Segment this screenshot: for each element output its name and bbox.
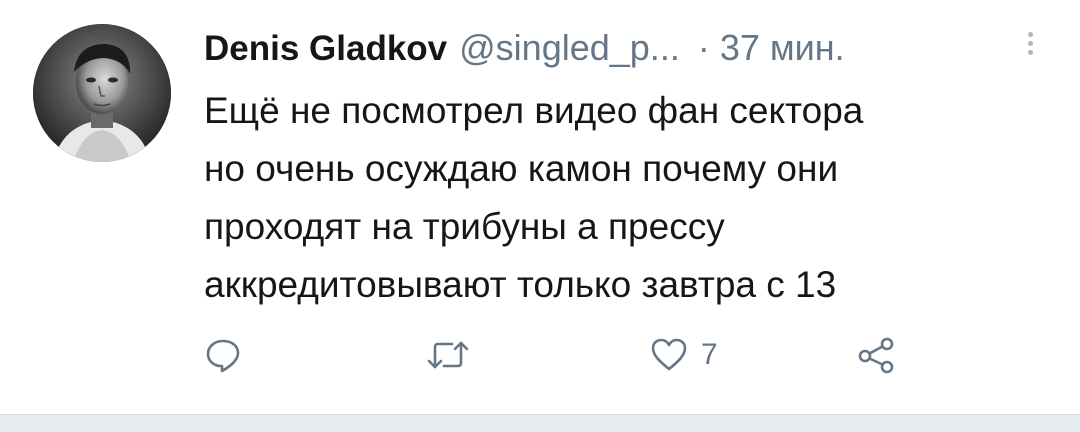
more-options-icon[interactable] xyxy=(1020,28,1040,68)
like-button[interactable]: 7 xyxy=(649,330,718,380)
reply-button[interactable] xyxy=(203,330,243,380)
tweet-actions: 7 xyxy=(0,330,1080,380)
avatar-photo xyxy=(33,24,171,162)
tweet-text-line: аккредитовывают только завтра с 13 xyxy=(204,264,837,305)
tweet-text-line: проходят на трибуны а прессу xyxy=(204,206,725,247)
avatar[interactable] xyxy=(33,24,171,162)
feed-divider xyxy=(0,414,1080,432)
like-count: 7 xyxy=(701,338,718,371)
tweet-card[interactable]: Denis Gladkov @singled_p... · 37 мин. Ещё н… xyxy=(0,0,1080,414)
author-name[interactable]: Denis Gladkov xyxy=(204,29,447,68)
separator-dot: · xyxy=(697,27,710,68)
tweet-text-line: Ещё не посмотрел видео фан сектора xyxy=(204,90,864,131)
reply-icon xyxy=(206,339,240,373)
author-handle[interactable]: @singled_p... xyxy=(459,27,680,68)
retweet-icon xyxy=(427,341,469,369)
retweet-button[interactable] xyxy=(426,330,470,380)
timestamp[interactable]: 37 мин. xyxy=(720,27,845,68)
heart-icon xyxy=(651,338,687,371)
tweet-text-line: но очень осуждаю камон почему они xyxy=(204,148,839,189)
share-button[interactable] xyxy=(856,330,896,380)
share-icon xyxy=(858,337,894,374)
tweet-text: Ещё не посмотрел видео фан сектора но оч… xyxy=(204,82,1044,314)
tweet-header: Denis Gladkov @singled_p... · 37 мин. xyxy=(204,26,1034,70)
